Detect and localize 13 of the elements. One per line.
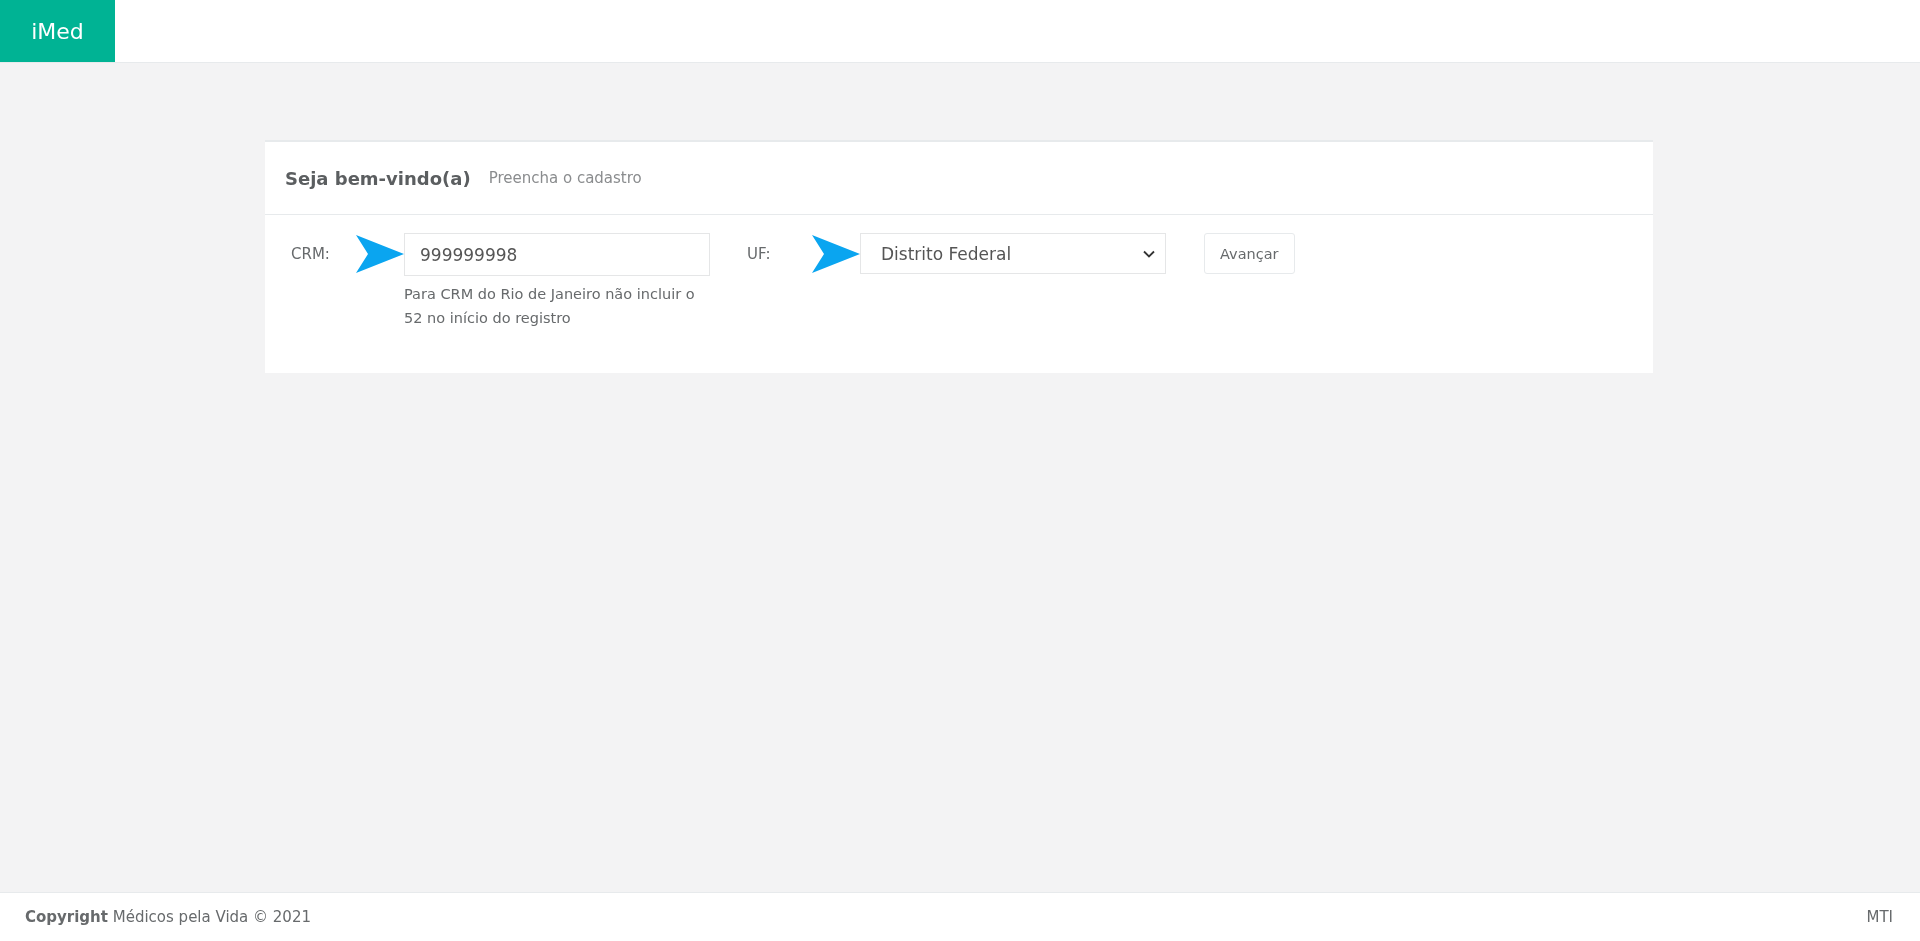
copyright-text: Copyright Médicos pela Vida © 2021 xyxy=(25,908,311,926)
uf-label: UF: xyxy=(747,245,772,263)
chevron-down-icon xyxy=(1143,249,1155,258)
pointer-arrow-icon xyxy=(356,235,404,273)
help-text: Para CRM do Rio de Janeiro não incluir o 52 no início do registro xyxy=(404,285,696,328)
advance-button[interactable]: Avançar xyxy=(1204,233,1295,274)
crm-input-field[interactable]: 999999998 xyxy=(404,233,710,276)
pointer-arrow-icon xyxy=(812,235,860,273)
footer-company-text: MTI xyxy=(1866,908,1893,926)
card-title: Seja bem-vindo(a) xyxy=(285,167,471,189)
crm-label: CRM: xyxy=(291,245,331,263)
uf-dropdown[interactable]: Distrito Federal xyxy=(860,233,1166,274)
card-subtitle: Preencha o cadastro xyxy=(488,169,642,187)
